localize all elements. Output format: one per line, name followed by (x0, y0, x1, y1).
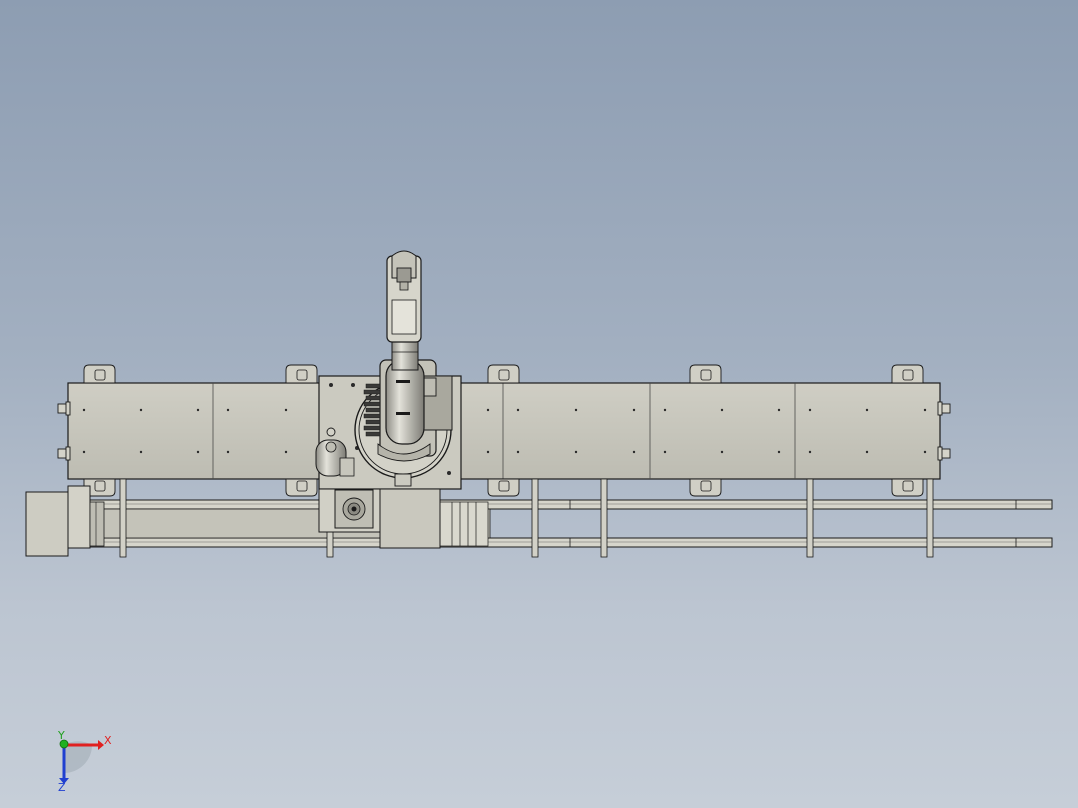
y-axis-label: Y (57, 729, 65, 742)
cad-viewport[interactable]: X Y Z (0, 0, 1078, 808)
bottom-mounting-brackets (83, 478, 924, 497)
cable-chain (439, 501, 489, 547)
drive-motor-housing[interactable] (25, 485, 105, 557)
x-axis-label: X (104, 734, 112, 747)
robot-shoulder-joint[interactable] (385, 359, 425, 445)
robot-gear-stack (363, 383, 381, 437)
gantry-beam[interactable] (67, 382, 941, 480)
coordinate-triad: X Y Z (57, 729, 112, 794)
linear-track[interactable] (89, 499, 1053, 548)
gearbox[interactable] (334, 489, 374, 529)
z-axis-label: Z (58, 781, 66, 794)
